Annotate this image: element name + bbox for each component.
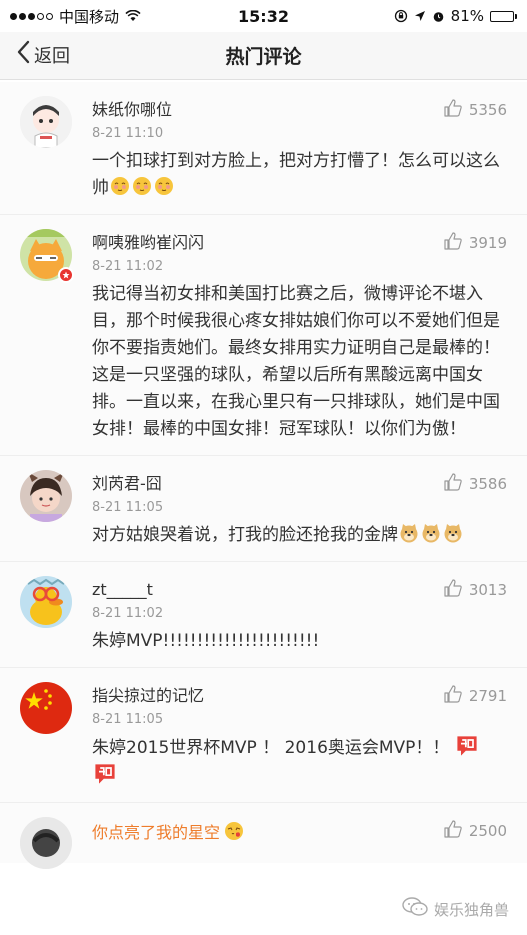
watermark-text: 娱乐独角兽 [433, 900, 509, 919]
like-button[interactable]: 3586 [443, 472, 507, 496]
status-left: 中国移动 [10, 6, 141, 27]
battery-icon [490, 10, 517, 22]
status-bar: 中国移动 15:32 81% [0, 0, 527, 32]
comment-author-label: 你点亮了我的星空 [92, 823, 221, 842]
comment-item: 3586 刘芮君-囧 8-21 11:05 对方姑娘哭着说，打我的脸还抢我的金牌 [0, 456, 527, 562]
blush-emoji-icon [133, 177, 151, 195]
comment-item: 5356 妹纸你哪位 8-21 11:10 一个扣球打到对方脸上，把对方打懵了！… [0, 82, 527, 215]
avatar[interactable] [20, 682, 72, 734]
comment-body: 对方姑娘哭着说，打我的脸还抢我的金牌 [92, 525, 398, 545]
like-button[interactable]: 2791 [443, 684, 507, 708]
page-title: 热门评论 [225, 46, 302, 68]
alarm-icon [432, 10, 445, 23]
comment-text: 对方姑娘哭着说，打我的脸还抢我的金牌 [92, 522, 507, 561]
comment-text: 我记得当初女排和美国打比赛之后，微博评论不堪入目，那个时候我很心疼女排姑娘们你可… [92, 281, 507, 455]
comment-body: 朱婷2015世界杯MVP ！ 2016奥运会MVP！！ [92, 738, 450, 758]
wechat-icon [402, 897, 428, 921]
comment-text: 一个扣球打到对方脸上，把对方打懵了！怎么可以这么帅 [92, 148, 507, 214]
avatar[interactable] [20, 817, 72, 869]
thumbs-up-icon [443, 819, 463, 843]
wifi-icon [125, 10, 141, 22]
comment-item: 2791 指尖掠过的记忆 8-21 11:05 朱婷2015世界杯MVP ！ 2… [0, 668, 527, 803]
avatar[interactable] [20, 470, 72, 522]
like-count: 2500 [468, 822, 507, 840]
like-button[interactable]: 3013 [443, 578, 507, 602]
clock: 15:32 [238, 6, 289, 26]
like-button[interactable]: 3919 [443, 231, 507, 255]
watermark: 娱乐独角兽 [402, 897, 509, 921]
doge-emoji-icon [444, 524, 462, 543]
like-count: 2791 [468, 687, 507, 705]
carrier-label: 中国移动 [59, 7, 120, 26]
kiss-emoji-icon [225, 822, 244, 840]
comment-list: 5356 妹纸你哪位 8-21 11:10 一个扣球打到对方脸上，把对方打懵了！… [0, 82, 527, 869]
comment-item: 2500 你点亮了我的星空 [0, 803, 527, 869]
comment-text: 朱婷MVP!!!!!!!!!!!!!!!!!!!!!!! [92, 628, 507, 667]
nav-bar: 返回 热门评论 [0, 32, 527, 80]
comment-text: 朱婷2015世界杯MVP ！ 2016奥运会MVP！！ [92, 734, 507, 802]
jiayou-emoji-icon [457, 736, 478, 756]
like-count: 5356 [468, 101, 507, 119]
like-count: 3919 [468, 234, 507, 252]
thumbs-up-icon [443, 684, 463, 708]
signal-icon [10, 12, 53, 20]
comment-time: 8-21 11:02 [92, 606, 164, 621]
comment-body: 我记得当初女排和美国打比赛之后，微博评论不堪入目，那个时候我很心疼女排姑娘们你可… [92, 284, 500, 439]
location-icon [414, 10, 426, 22]
battery-percent: 81% [450, 7, 484, 25]
comment-item: 3013 zt_____t 8-21 11:02 朱婷MVP!!!!!!!!!!… [0, 562, 527, 668]
like-button[interactable]: 2500 [443, 819, 507, 843]
orientation-lock-icon [394, 9, 408, 23]
thumbs-up-icon [443, 231, 463, 255]
doge-emoji-icon [422, 524, 440, 543]
doge-emoji-icon [400, 524, 418, 543]
comment-time: 8-21 11:05 [92, 500, 164, 515]
blush-emoji-icon [155, 177, 173, 195]
avatar[interactable] [20, 96, 72, 148]
blush-emoji-icon [111, 177, 129, 195]
like-count: 3013 [468, 581, 507, 599]
comment-body: 朱婷MVP!!!!!!!!!!!!!!!!!!!!!!! [92, 631, 320, 651]
status-right: 81% [394, 7, 517, 25]
jiayou-emoji-icon [95, 764, 115, 784]
thumbs-up-icon [443, 578, 463, 602]
avatar[interactable] [20, 576, 72, 628]
thumbs-up-icon [443, 472, 463, 496]
thumbs-up-icon [443, 98, 463, 122]
like-count: 3586 [468, 475, 507, 493]
comment-time: 8-21 11:02 [92, 259, 164, 274]
verified-badge-icon [58, 267, 74, 283]
comment-time: 8-21 11:05 [92, 712, 164, 727]
comment-item: 3919 啊咦雅哟崔闪闪 8-21 11:02 我记得当初女排和美国打比赛之后，… [0, 215, 527, 456]
comment-time: 8-21 11:10 [92, 126, 164, 141]
like-button[interactable]: 5356 [443, 98, 507, 122]
